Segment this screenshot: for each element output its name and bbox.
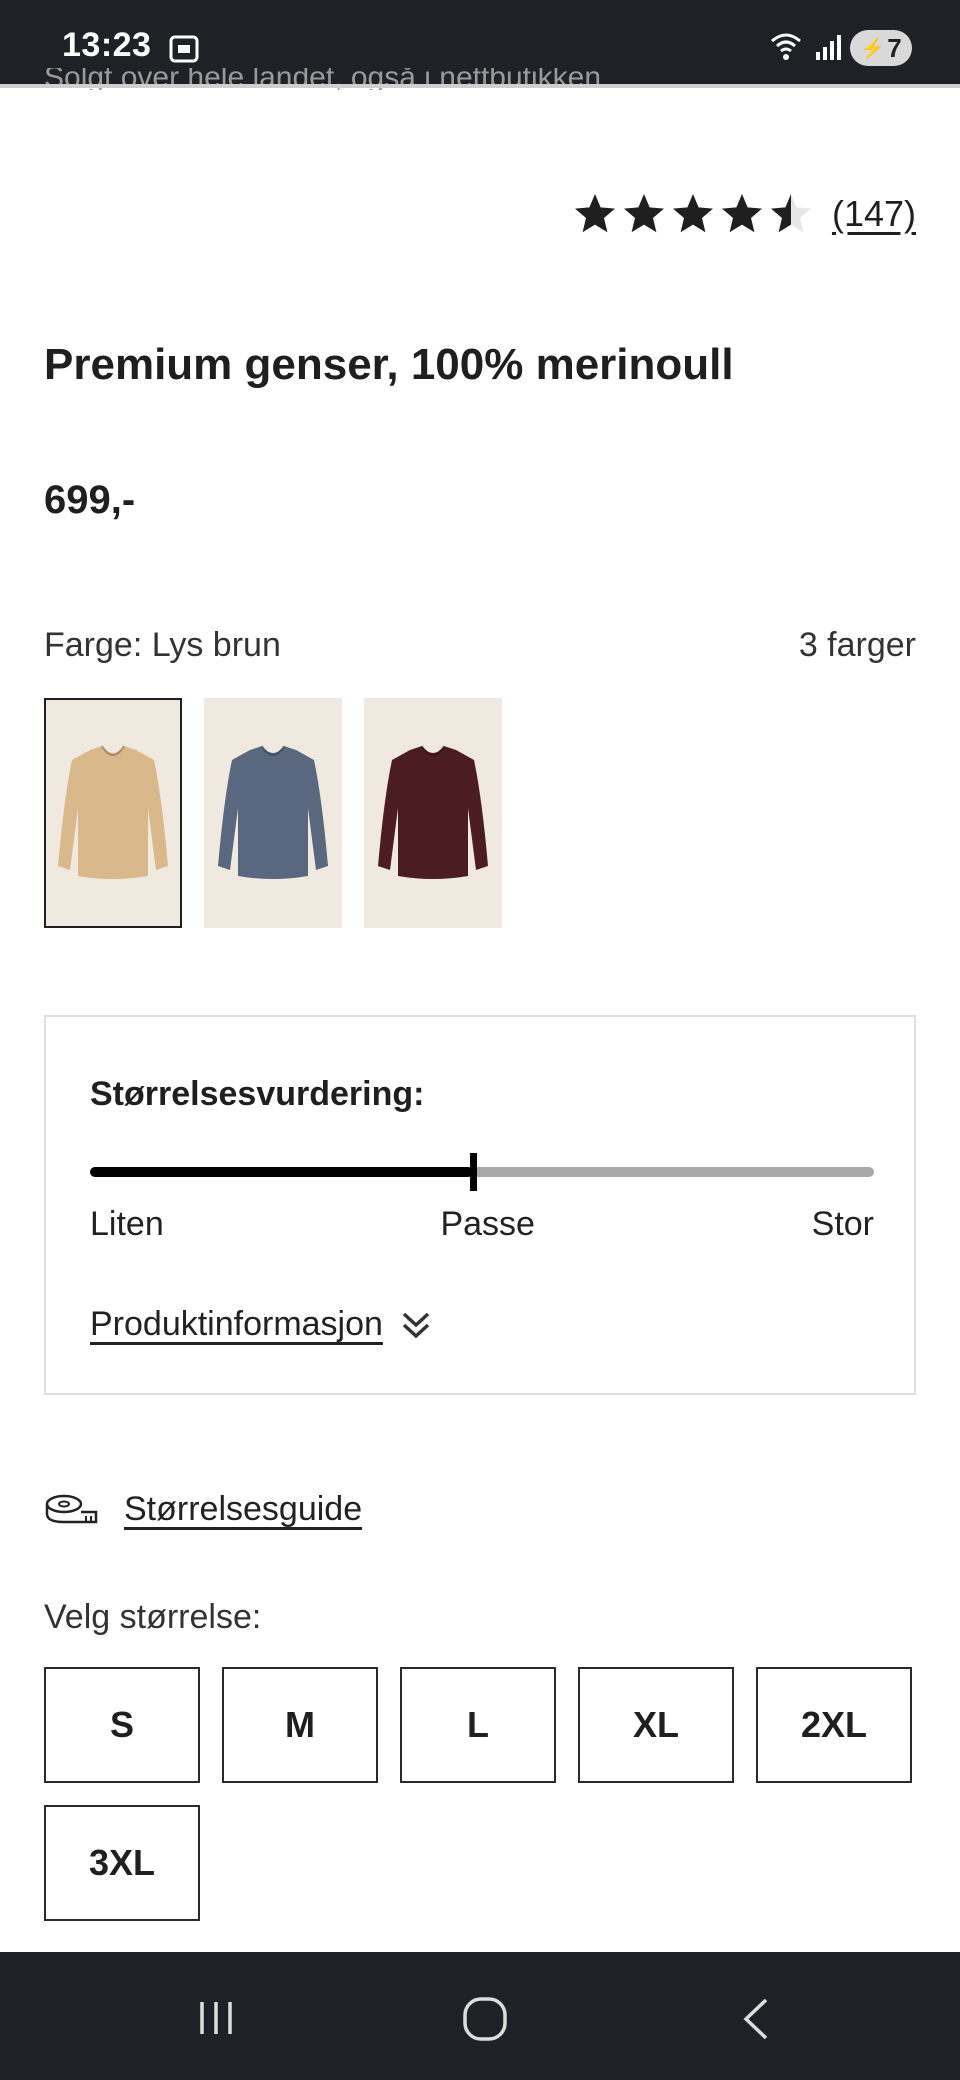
double-chevron-down-icon <box>402 1312 430 1338</box>
rating-stars <box>573 192 818 236</box>
sweater-image <box>378 745 488 879</box>
size-option-m[interactable]: M <box>222 1667 378 1783</box>
system-nav-bar <box>0 1952 960 2080</box>
fit-label-small: Liten <box>90 1205 164 1243</box>
product-price: 699,- <box>44 478 136 522</box>
star-icon <box>672 194 713 233</box>
fit-label-fit: Passe <box>440 1205 535 1243</box>
charging-icon: ⚡ <box>860 37 886 60</box>
header-divider <box>0 84 960 88</box>
measuring-tape-icon <box>45 1494 98 1523</box>
rating-count[interactable]: (147) <box>832 193 916 235</box>
status-time: 13:23 <box>62 26 152 64</box>
product-title: Premium genser, 100% merinoull <box>44 340 734 389</box>
color-row: Farge: Lys brun 3 farger <box>44 626 916 665</box>
screenshot-icon <box>169 35 199 63</box>
size-guide-label[interactable]: Størrelsesguide <box>124 1490 362 1529</box>
recent-apps-icon[interactable] <box>196 1998 236 2038</box>
signal-icon <box>816 35 841 60</box>
product-rating[interactable]: (147) <box>573 192 916 236</box>
size-option-l[interactable]: L <box>400 1667 556 1783</box>
size-rating-fill <box>90 1167 473 1177</box>
size-rating-marker <box>469 1153 477 1191</box>
color-label: Farge: Lys brun <box>44 626 281 664</box>
size-rating-labels: Liten Passe Stor <box>90 1205 874 1244</box>
color-swatches <box>44 698 524 928</box>
battery-indicator: ⚡ 7 <box>850 30 912 66</box>
size-option-3xl[interactable]: 3XL <box>44 1805 200 1921</box>
wifi-icon <box>771 33 801 60</box>
size-option-s[interactable]: S <box>44 1667 200 1783</box>
size-guide-link[interactable]: Størrelsesguide <box>44 1490 362 1529</box>
product-info-link[interactable]: Produktinformasjon <box>90 1305 433 1344</box>
size-rating-track <box>90 1153 874 1191</box>
star-icon <box>770 194 811 233</box>
star-icon <box>623 194 664 233</box>
product-info-label[interactable]: Produktinformasjon <box>90 1305 383 1344</box>
sweater-image <box>58 745 168 879</box>
star-icon <box>574 194 615 233</box>
size-option-2xl[interactable]: 2XL <box>756 1667 912 1783</box>
color-count: 3 farger <box>798 626 916 664</box>
star-icon <box>721 194 762 233</box>
color-swatch[interactable] <box>204 698 342 928</box>
size-rating-title: Størrelsesvurdering: <box>90 1075 425 1113</box>
battery-level: 7 <box>887 32 902 63</box>
size-option-xl[interactable]: XL <box>578 1667 734 1783</box>
color-swatch[interactable] <box>44 698 182 928</box>
choose-size-label: Velg størrelse: <box>44 1598 262 1636</box>
fit-label-large: Stor <box>811 1205 874 1243</box>
color-swatch[interactable] <box>364 698 502 928</box>
size-rating-box: Størrelsesvurdering: Liten Passe Stor Pr… <box>44 1015 916 1395</box>
sweater-image <box>218 745 328 879</box>
size-options: S M L XL 2XL 3XL <box>44 1667 916 1921</box>
back-icon[interactable] <box>738 1996 774 2042</box>
home-icon[interactable] <box>462 1996 508 2042</box>
